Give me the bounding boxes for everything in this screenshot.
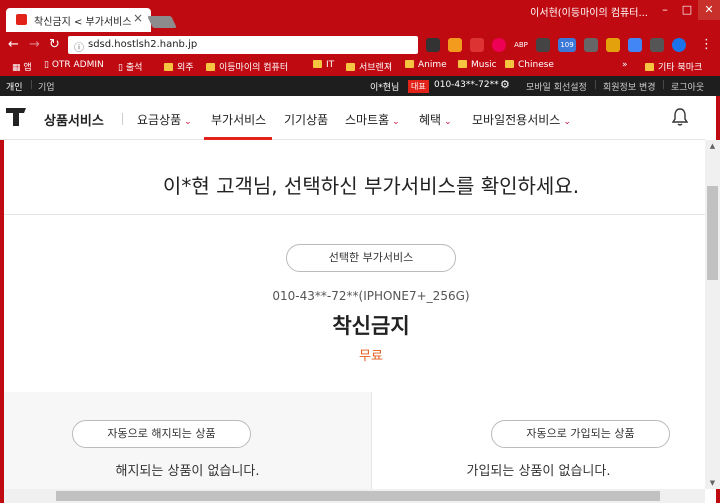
folder-icon	[505, 60, 514, 68]
page-info-icon[interactable]: ⓘ	[74, 39, 84, 54]
drive-icon[interactable]	[628, 38, 642, 52]
bookmarks-overflow-button[interactable]: »	[622, 60, 628, 70]
chrome-icon[interactable]	[672, 38, 686, 52]
scroll-up-arrow-icon[interactable]: ▲	[705, 142, 720, 150]
business-link[interactable]: 기업	[38, 80, 55, 93]
site-top-bar: 개인 | 기업 이*현님 대표 010-43**-72** ⚙ 모바일 회선설정…	[0, 76, 720, 96]
browser-toolbar: ← → ↻ ⓘ sdsd.hostlsh2.hanb.jp ABP 109 ⋮	[0, 32, 720, 58]
chevron-down-icon: ⌄	[444, 117, 452, 127]
adblock-icon[interactable]: ABP	[514, 38, 528, 52]
section-divider	[4, 214, 705, 215]
horizontal-scrollbar[interactable]	[4, 489, 705, 503]
folder-icon	[313, 60, 322, 68]
tab-title: 착신금지 < 부가서비스	[34, 17, 132, 28]
extension-icon-7[interactable]	[606, 38, 620, 52]
site-navigation: 상품서비스 요금상품 ⌄ 부가서비스 기기상품 스마트홈 ⌄ 혜택 ⌄ 모바일전용서비…	[0, 96, 705, 140]
site-favicon-icon	[16, 14, 27, 25]
nav-item-mobile-only[interactable]: 모바일전용서비스 ⌄	[472, 111, 571, 128]
main-content: 이*현 고객님, 선택하신 부가서비스를 확인하세요. 선택한 부가서비스 01…	[4, 140, 705, 489]
auto-join-message: 가입되는 상품이 없습니다.	[466, 464, 611, 479]
reload-icon[interactable]: ↻	[49, 37, 60, 52]
folder-icon	[346, 63, 355, 71]
horizontal-scroll-thumb[interactable]	[56, 491, 660, 501]
vertical-scroll-thumb[interactable]	[707, 186, 718, 280]
auto-join-panel: 자동으로 가입되는 상품 가입되는 상품이 없습니다.	[371, 392, 705, 489]
extension-icon-8[interactable]	[650, 38, 664, 52]
mobile-line-settings-link[interactable]: 모바일 회선설정	[526, 80, 587, 93]
logout-link[interactable]: 로그아웃	[671, 80, 704, 93]
new-tab-button[interactable]	[147, 16, 177, 28]
chevron-down-icon: ⌄	[184, 117, 192, 127]
nav-item-addon-services[interactable]: 부가서비스	[211, 111, 266, 128]
divider: |	[594, 80, 598, 90]
extension-icon-3[interactable]	[470, 38, 484, 52]
nav-item-plans[interactable]: 요금상품 ⌄	[137, 111, 192, 128]
browser-tab[interactable]: 착신금지 < 부가서비스 ×	[6, 8, 151, 32]
auto-join-products-button[interactable]: 자동으로 가입되는 상품	[491, 420, 670, 448]
maximize-button[interactable]: □	[676, 0, 698, 20]
chevron-down-icon: ⌄	[392, 117, 400, 127]
settings-gear-icon[interactable]: ⚙	[500, 78, 510, 91]
folder-icon	[645, 63, 654, 71]
auto-cancel-panel: 자동으로 해지되는 상품 해지되는 상품이 없습니다.	[4, 392, 371, 489]
auto-cancel-message: 해지되는 상품이 없습니다.	[115, 464, 260, 479]
extension-icon-6[interactable]	[584, 38, 598, 52]
browser-titlebar: 착신금지 < 부가서비스 × 이서현(이등마이의 컴퓨터... – □ ✕	[0, 0, 720, 32]
user-name: 이*현님	[370, 83, 400, 93]
back-arrow-icon[interactable]: ←	[8, 37, 19, 52]
bookmark-attendance[interactable]: ▯ 출석	[118, 60, 142, 73]
service-name: 착신금지	[332, 314, 410, 338]
window-controls: – □ ✕	[654, 0, 720, 20]
device-line: 010-43**-72**(IPHONE7+_256G)	[272, 289, 470, 303]
extension-badge-icon[interactable]: 109	[558, 38, 576, 52]
tworld-logo-icon[interactable]	[4, 104, 28, 128]
bookmark-folder-server[interactable]: 서브렌져	[346, 60, 392, 73]
window-title: 이서현(이등마이의 컴퓨터...	[530, 8, 648, 19]
divider: |	[30, 80, 34, 90]
bookmark-otr-admin[interactable]: ▯ OTR ADMIN	[44, 60, 104, 70]
folder-icon	[164, 63, 173, 71]
page-heading: 이*현 고객님, 선택하신 부가서비스를 확인하세요.	[162, 174, 580, 198]
tab-close-icon[interactable]: ×	[133, 11, 143, 25]
bookmark-apps[interactable]: ▦ 앱	[12, 60, 32, 73]
bookmark-folder-it[interactable]: IT	[313, 60, 334, 70]
extension-icon-1[interactable]	[426, 38, 440, 52]
folder-icon	[458, 60, 467, 68]
member-info-link[interactable]: 회원정보 변경	[603, 80, 656, 93]
divider: |	[662, 80, 666, 90]
bookmark-folder-anime[interactable]: Anime	[405, 60, 447, 70]
nav-item-smarthome[interactable]: 스마트홈 ⌄	[345, 111, 400, 128]
folder-icon	[405, 60, 414, 68]
url-text[interactable]: sdsd.hostlsh2.hanb.jp	[88, 39, 197, 50]
close-window-button[interactable]: ✕	[698, 0, 720, 20]
personal-link[interactable]: 개인	[6, 80, 23, 93]
user-phone: 010-43**-72**	[434, 80, 499, 90]
bookmark-folder-music[interactable]: Music	[458, 60, 497, 70]
bookmark-folder-outsource[interactable]: 외주	[164, 60, 194, 73]
folder-icon	[206, 63, 215, 71]
bookmark-folder-other[interactable]: 기타 북마크	[645, 60, 702, 73]
menu-icon[interactable]: ⋮	[700, 37, 713, 52]
auto-cancel-products-button[interactable]: 자동으로 해지되는 상품	[72, 420, 251, 448]
extension-icon-5[interactable]	[536, 38, 550, 52]
bookmark-folder-chinese[interactable]: Chinese	[505, 60, 554, 70]
nav-item-devices[interactable]: 기기상품	[284, 111, 328, 128]
minimize-button[interactable]: –	[654, 0, 676, 20]
bell-icon[interactable]	[672, 108, 688, 126]
scroll-down-arrow-icon[interactable]: ▼	[705, 479, 720, 487]
section-title[interactable]: 상품서비스	[44, 110, 104, 129]
bookmarks-bar: ▦ 앱 ▯ OTR ADMIN ▯ 출석 외주 이등마이의 컴퓨터 IT 서브렌…	[0, 58, 720, 76]
nav-divider	[122, 113, 123, 125]
representative-badge: 대표	[408, 80, 429, 93]
service-price: 무료	[359, 349, 383, 364]
vertical-scrollbar[interactable]: ▲ ▼	[705, 140, 720, 489]
address-bar[interactable]: ⓘ sdsd.hostlsh2.hanb.jp	[68, 36, 418, 54]
extension-icon-2[interactable]	[448, 38, 462, 52]
chevron-down-icon: ⌄	[563, 117, 571, 127]
bookmark-folder-computer[interactable]: 이등마이의 컴퓨터	[206, 60, 288, 73]
forward-arrow-icon[interactable]: →	[29, 37, 40, 52]
extension-icon-4[interactable]	[492, 38, 506, 52]
nav-item-benefits[interactable]: 혜택 ⌄	[419, 111, 452, 128]
selected-addon-button[interactable]: 선택한 부가서비스	[286, 244, 456, 272]
